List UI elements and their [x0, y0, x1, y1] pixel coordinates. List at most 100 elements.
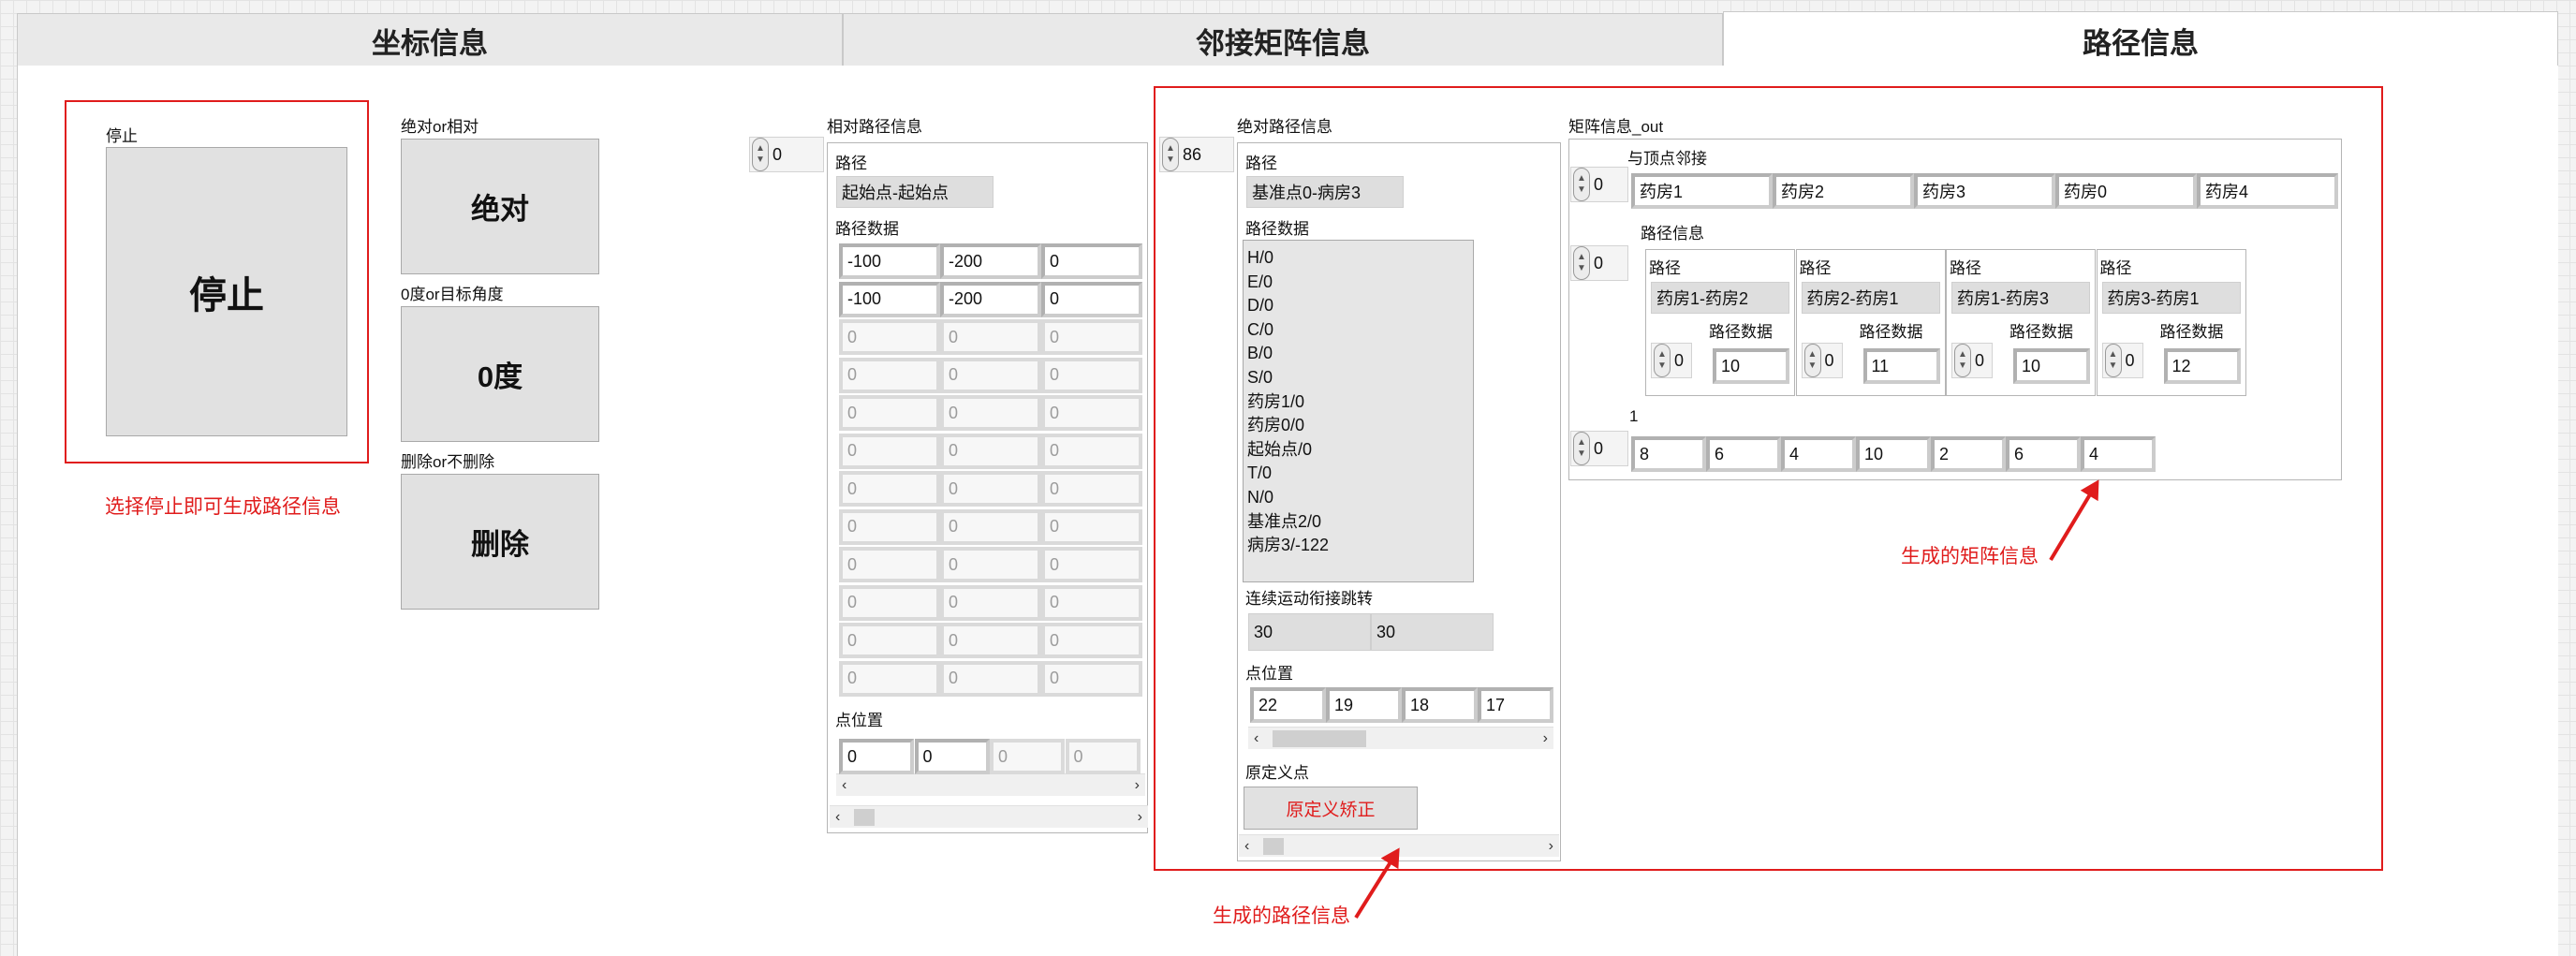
- relative-data-cell: 0: [1041, 660, 1142, 697]
- path-info-label: 路径信息: [1641, 225, 1704, 243]
- spinner-icon[interactable]: ▲ ▼: [752, 138, 769, 171]
- spinner-icon[interactable]: ▲ ▼: [1803, 344, 1821, 377]
- path-cluster-index-value: 0: [1824, 350, 1834, 370]
- absolute-data-item[interactable]: 起始点/0: [1247, 438, 1469, 463]
- absolute-data-item[interactable]: B/0: [1247, 342, 1469, 366]
- scroll-right-icon[interactable]: ›: [1549, 838, 1553, 855]
- spinner-icon[interactable]: ▲ ▼: [2104, 344, 2122, 377]
- absolute-data-item[interactable]: 基准点2/0: [1247, 510, 1469, 535]
- absolute-points-label: 点位置: [1245, 665, 1293, 683]
- relative-data-cell: 0: [940, 508, 1041, 545]
- relative-data-cell: 0: [940, 547, 1041, 582]
- jump-label: 连续运动衔接跳转: [1245, 590, 1373, 608]
- path-cluster-data-value: 11: [1862, 348, 1940, 384]
- scroll-left-icon[interactable]: ‹: [835, 809, 840, 826]
- scroll-right-icon[interactable]: ›: [1138, 809, 1142, 826]
- relative-data-cell: 0: [839, 395, 940, 431]
- adjacency-cell: 药房0: [2055, 173, 2197, 209]
- abs-rel-toggle-button[interactable]: 绝对: [401, 139, 599, 274]
- relative-points-scrollbar[interactable]: ‹ ›: [836, 773, 1145, 796]
- absolute-points-scrollbar[interactable]: ‹ ›: [1248, 727, 1553, 749]
- absolute-data-label: 路径数据: [1245, 220, 1309, 238]
- scroll-left-icon[interactable]: ‹: [1254, 730, 1259, 747]
- relative-data-cell: 0: [1041, 584, 1142, 621]
- scroll-thumb[interactable]: [1263, 838, 1284, 855]
- matrix-row-cell: 6: [2006, 436, 2081, 472]
- relative-index-value: 0: [773, 144, 783, 164]
- spinner-icon[interactable]: ▲ ▼: [1573, 168, 1590, 201]
- absolute-data-item[interactable]: N/0: [1247, 486, 1469, 510]
- path-cluster-index-control[interactable]: ▲ ▼ 0: [1651, 343, 1692, 378]
- tab-coordinate-info[interactable]: 坐标信息: [17, 13, 843, 67]
- relative-cluster-scrollbar[interactable]: ‹ ›: [830, 805, 1148, 828]
- relative-data-cell: 0: [940, 433, 1041, 469]
- stop-label: 停止: [106, 127, 138, 145]
- path-cluster-data-value: 10: [1713, 348, 1789, 384]
- scroll-right-icon[interactable]: ›: [1543, 730, 1548, 747]
- tab-path-info[interactable]: 路径信息: [1723, 11, 2558, 69]
- matrix-row-cell: 4: [2081, 436, 2156, 472]
- spinner-icon[interactable]: ▲ ▼: [1654, 344, 1671, 377]
- spinner-icon[interactable]: ▲ ▼: [1162, 138, 1179, 171]
- tab-adjacency-matrix-info[interactable]: 邻接矩阵信息: [843, 13, 1723, 67]
- scroll-left-icon[interactable]: ‹: [842, 777, 846, 794]
- absolute-data-item[interactable]: C/0: [1247, 318, 1469, 343]
- spinner-icon[interactable]: ▲ ▼: [1573, 246, 1590, 280]
- row-index-control[interactable]: ▲ ▼ 0: [1570, 431, 1628, 466]
- abs-rel-label: 绝对or相对: [401, 118, 479, 136]
- relative-data-cell: 0: [940, 471, 1041, 507]
- absolute-data-item[interactable]: 病房3/-122: [1247, 534, 1469, 558]
- row-label: 1: [1629, 407, 1639, 425]
- relative-data-cell: -200: [940, 243, 1041, 279]
- matrix-row-cell: 10: [1856, 436, 1931, 472]
- scroll-thumb[interactable]: [854, 809, 875, 826]
- path-cluster-value: 药房1-药房3: [1951, 282, 2090, 314]
- absolute-data-item[interactable]: H/0: [1247, 246, 1469, 271]
- spinner-icon[interactable]: ▲ ▼: [1954, 344, 1971, 377]
- absolute-data-item[interactable]: 药房1/0: [1247, 390, 1469, 415]
- relative-data-cell: 0: [839, 471, 940, 507]
- adjacency-cell: 药房1: [1631, 173, 1773, 209]
- scroll-thumb[interactable]: [1273, 730, 1366, 747]
- relative-data-cell: 0: [940, 623, 1041, 658]
- stop-hint-text: 选择停止即可生成路径信息: [105, 496, 341, 518]
- spinner-icon[interactable]: ▲ ▼: [1573, 432, 1590, 465]
- absolute-path-title: 绝对路径信息: [1237, 118, 1332, 136]
- scroll-right-icon[interactable]: ›: [1135, 777, 1140, 794]
- relative-data-cell: 0: [839, 319, 940, 355]
- path-cluster-label: 路径: [1799, 259, 1832, 277]
- stop-button[interactable]: 停止: [106, 147, 347, 436]
- matrix-info-title: 矩阵信息_out: [1568, 118, 1664, 136]
- matrix-row-cell: 2: [1931, 436, 2006, 472]
- absolute-data-list[interactable]: H/0 E/0 D/0 C/0 B/0 S/0 药房1/0 药房0/0 起始点/0 T/0 N/0 基…: [1243, 240, 1474, 582]
- absolute-data-item[interactable]: S/0: [1247, 366, 1469, 390]
- origin-correct-button[interactable]: 原定义矫正: [1244, 787, 1418, 830]
- relative-index-control[interactable]: ▲ ▼ 0: [749, 137, 824, 172]
- path-info-index-control[interactable]: ▲ ▼ 0: [1570, 245, 1628, 281]
- angle-toggle-button[interactable]: 0度: [401, 306, 599, 442]
- absolute-data-item[interactable]: T/0: [1247, 462, 1469, 486]
- absolute-data-item[interactable]: E/0: [1247, 271, 1469, 295]
- scroll-left-icon[interactable]: ‹: [1244, 838, 1249, 855]
- path-cluster-index-control[interactable]: ▲ ▼ 0: [1951, 343, 1993, 378]
- relative-point-cell: 0: [1065, 739, 1141, 774]
- adjacency-index-control[interactable]: ▲ ▼ 0: [1570, 167, 1628, 202]
- matrix-row-cell: 6: [1706, 436, 1781, 472]
- relative-data-cell: 0: [1041, 395, 1142, 431]
- absolute-point-cell: 17: [1478, 687, 1553, 723]
- path-cluster-index-value: 0: [2125, 350, 2135, 370]
- relative-data-cell: 0: [1041, 433, 1142, 469]
- path-cluster-index-control[interactable]: ▲ ▼ 0: [2101, 343, 2143, 378]
- relative-data-cell: 0: [839, 547, 940, 582]
- absolute-data-item[interactable]: 药房0/0: [1247, 414, 1469, 438]
- relative-data-cell: 0: [839, 357, 940, 393]
- relative-data-cell: 0: [1041, 623, 1142, 658]
- absolute-index-control[interactable]: ▲ ▼ 86: [1159, 137, 1234, 172]
- absolute-data-item[interactable]: D/0: [1247, 294, 1469, 318]
- relative-data-label: 路径数据: [835, 220, 899, 238]
- relative-path-title: 相对路径信息: [827, 118, 922, 136]
- path-cluster-index-control[interactable]: ▲ ▼ 0: [1801, 343, 1843, 378]
- adjacency-cell: 药房3: [1914, 173, 2055, 209]
- adjacency-cell: 药房2: [1773, 173, 1914, 209]
- delete-toggle-button[interactable]: 删除: [401, 474, 599, 610]
